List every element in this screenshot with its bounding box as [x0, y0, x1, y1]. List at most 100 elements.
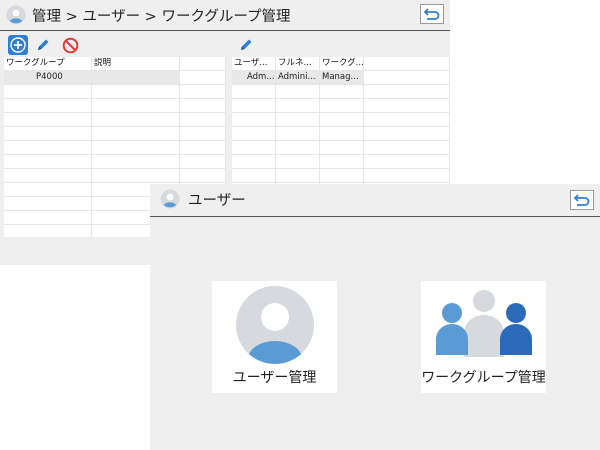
user-avatar-icon — [6, 5, 26, 25]
add-icon — [10, 37, 26, 53]
empty-cell — [364, 127, 450, 140]
add-workgroup-button[interactable] — [8, 35, 28, 55]
empty-cell — [364, 99, 450, 112]
empty-row — [232, 127, 450, 141]
empty-row — [4, 127, 226, 141]
empty-cell — [180, 141, 226, 154]
cell-description — [92, 71, 180, 84]
empty-cell — [92, 155, 180, 168]
title-bar: 管理 > ユーザー > ワークグループ管理 — [0, 0, 450, 30]
user-screen: ユーザー ユーザー管理 ワークグループ管理 — [150, 184, 600, 450]
pencil-icon — [241, 39, 252, 50]
empty-row — [4, 169, 226, 183]
delete-workgroup-button[interactable] — [60, 35, 80, 55]
empty-cell — [232, 113, 276, 126]
title-bar: ユーザー — [150, 184, 600, 214]
cell-workgroup: P4000 — [4, 71, 92, 84]
empty-cell — [4, 225, 92, 237]
cell-empty — [180, 71, 226, 84]
empty-cell — [92, 85, 180, 98]
column-header-description[interactable]: 説明 — [92, 57, 180, 70]
group-icon — [435, 290, 532, 357]
edit-workgroup-button[interactable] — [33, 35, 53, 55]
column-header-fullname[interactable]: フルネ... — [276, 57, 320, 70]
empty-cell — [4, 183, 92, 196]
empty-cell — [4, 211, 92, 224]
cell-user: Adm... — [232, 71, 276, 84]
card-label: ユーザー管理 — [232, 370, 317, 386]
empty-cell — [92, 141, 180, 154]
empty-cell — [232, 169, 276, 182]
table-row[interactable]: Adm... Admini... Manag... — [232, 71, 450, 85]
empty-cell — [92, 169, 180, 182]
empty-cell — [276, 99, 320, 112]
cell-workgroup: Manag... — [320, 71, 364, 84]
empty-cell — [320, 113, 364, 126]
empty-cell — [232, 127, 276, 140]
empty-row — [4, 113, 226, 127]
edit-user-button[interactable] — [236, 35, 256, 55]
empty-cell — [180, 99, 226, 112]
cell-fullname: Admini... — [276, 71, 320, 84]
empty-cell — [232, 141, 276, 154]
breadcrumb: 管理 > ユーザー > ワークグループ管理 — [32, 8, 291, 25]
empty-cell — [364, 155, 450, 168]
back-arrow-icon — [423, 8, 440, 20]
empty-cell — [232, 85, 276, 98]
empty-row — [4, 155, 226, 169]
empty-cell — [180, 169, 226, 182]
table-header: ワークグループ 説明 — [4, 57, 226, 71]
column-header-workgroup[interactable]: ワークグループ — [4, 57, 92, 70]
card-label: ワークグループ管理 — [421, 370, 546, 386]
empty-cell — [364, 113, 450, 126]
empty-cell — [320, 169, 364, 182]
pencil-icon — [38, 39, 49, 50]
empty-cell — [232, 155, 276, 168]
empty-cell — [4, 99, 92, 112]
empty-cell — [180, 85, 226, 98]
empty-cell — [320, 85, 364, 98]
empty-row — [4, 85, 226, 99]
empty-row — [232, 155, 450, 169]
cell-empty — [364, 71, 450, 84]
empty-cell — [320, 141, 364, 154]
back-button[interactable] — [420, 4, 444, 24]
empty-cell — [320, 99, 364, 112]
user-avatar-icon — [160, 189, 180, 209]
empty-cell — [320, 155, 364, 168]
user-management-card[interactable]: ユーザー管理 — [212, 281, 337, 393]
empty-row — [4, 141, 226, 155]
empty-cell — [276, 141, 320, 154]
empty-cell — [4, 155, 92, 168]
back-button[interactable] — [570, 190, 594, 210]
empty-cell — [180, 155, 226, 168]
empty-cell — [180, 113, 226, 126]
title-divider — [150, 216, 600, 217]
page-title: ユーザー — [188, 192, 246, 209]
empty-cell — [320, 127, 364, 140]
empty-cell — [276, 113, 320, 126]
empty-cell — [4, 127, 92, 140]
empty-row — [232, 169, 450, 183]
empty-cell — [4, 169, 92, 182]
empty-cell — [364, 141, 450, 154]
empty-cell — [4, 113, 92, 126]
column-header-user[interactable]: ユーザ... — [232, 57, 276, 70]
empty-cell — [4, 85, 92, 98]
column-header-workgroup[interactable]: ワークグ... — [320, 57, 364, 70]
empty-cell — [4, 197, 92, 210]
empty-cell — [276, 127, 320, 140]
empty-cell — [364, 85, 450, 98]
column-spacer — [180, 57, 226, 70]
empty-cell — [232, 99, 276, 112]
empty-cell — [92, 99, 180, 112]
empty-cell — [276, 155, 320, 168]
empty-cell — [364, 169, 450, 182]
table-row[interactable]: P4000 — [4, 71, 226, 85]
back-arrow-icon — [573, 194, 590, 206]
title-divider — [0, 30, 450, 31]
empty-row — [4, 99, 226, 113]
column-spacer — [364, 57, 450, 70]
empty-cell — [4, 141, 92, 154]
workgroup-management-card[interactable]: ワークグループ管理 — [421, 281, 546, 393]
